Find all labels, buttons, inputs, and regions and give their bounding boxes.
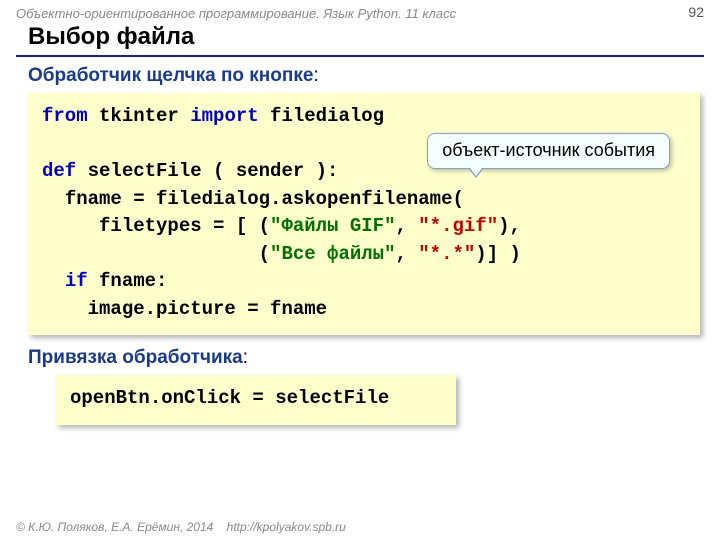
code-text: fname: [88,270,168,292]
code-text: , [395,243,418,265]
header-context: Объектно-ориентированное программировани… [0,0,720,21]
code-text: selectFile ( sender ): [76,160,338,182]
code-text [42,270,65,292]
keyword-if: if [65,270,88,292]
code-block-bind: openBtn.onClick = selectFile [56,375,456,425]
code-text: filetypes = [ ( [42,215,270,237]
footer: © К.Ю. Поляков, Е.А. Ерёмин, 2014 http:/… [16,520,346,534]
string-literal: "*.gif" [418,215,498,237]
string-literal: "*.*" [418,243,475,265]
code-text: , [395,215,418,237]
code-text: image.picture = fname [42,298,327,320]
section-handler-text: Обработчик щелчка по кнопке [28,65,313,86]
code-text: ), [498,215,521,237]
callout-tail-icon [468,168,484,178]
keyword-import: import [190,105,258,127]
code-text: )] ) [475,243,521,265]
section-bind-text: Привязка обработчика [28,347,243,368]
footer-authors: © К.Ю. Поляков, Е.А. Ерёмин, 2014 [16,520,213,534]
code-text: openBtn.onClick = selectFile [70,387,389,409]
keyword-from: from [42,105,88,127]
page-number: 92 [688,4,704,20]
keyword-def: def [42,160,76,182]
section-bind-label: Привязка обработчика: [0,345,720,375]
title-rule [16,55,704,57]
callout-text: объект-источник события [442,140,655,160]
string-literal: "Файлы GIF" [270,215,395,237]
code-block-handler: from tkinter import filedialog def selec… [28,93,700,335]
callout-box: объект-источник события [427,133,670,169]
code-text: tkinter [88,105,191,127]
footer-url: http://kpolyakov.spb.ru [227,520,346,534]
code-text: ( [42,243,270,265]
string-literal: "Все файлы" [270,243,395,265]
page-title: Выбор файла [0,21,720,55]
code-text: filedialog [259,105,384,127]
code-text: fname = filedialog.askopenfilename( [42,188,464,210]
section-handler-label: Обработчик щелчка по кнопке: [0,63,720,93]
